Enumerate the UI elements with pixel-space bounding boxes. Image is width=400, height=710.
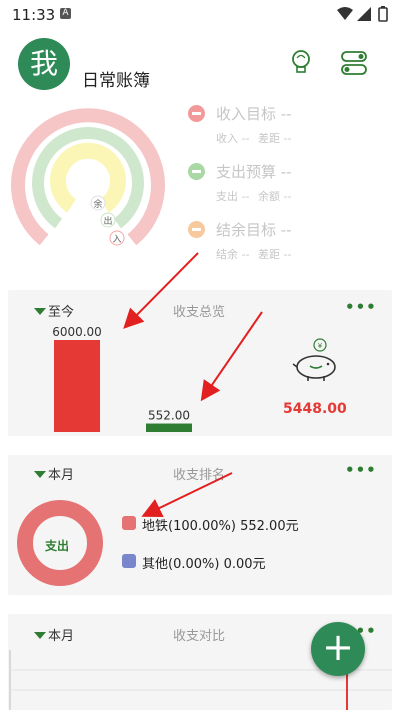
balance-ring bbox=[50, 142, 126, 213]
ranking-item-subway[interactable]: 地铁(100.00%) 552.00元 bbox=[142, 515, 299, 534]
minus-circle-icon bbox=[188, 221, 205, 238]
legend-balance-title: 结余目标 -- bbox=[216, 221, 292, 239]
ring-label-in: 入 bbox=[112, 234, 121, 245]
notification-icon: A bbox=[60, 8, 71, 19]
app-title: 日常账簿 bbox=[82, 71, 150, 91]
bar-income bbox=[54, 340, 100, 432]
bar-expense bbox=[146, 423, 192, 432]
legend-balance-sub1: 结余 -- bbox=[216, 248, 250, 261]
legend-expense-sub1: 支出 -- bbox=[216, 190, 250, 203]
legend-swatch-subway bbox=[122, 516, 136, 530]
minus-circle-icon bbox=[188, 163, 205, 180]
legend-income-sub1: 收入 -- bbox=[216, 132, 250, 145]
bar-income-label: 6000.00 bbox=[52, 325, 102, 339]
legend-expense-title: 支出预算 -- bbox=[216, 163, 292, 181]
legend-expense[interactable]: 支出预算 -- 支出 -- 余额 -- bbox=[188, 161, 388, 211]
ring-label-remain: 余 bbox=[93, 198, 102, 210]
legend-income-title: 收入目标 -- bbox=[216, 105, 292, 123]
status-icons bbox=[337, 6, 388, 22]
legend-balance[interactable]: 结余目标 -- 结余 -- 差距 -- bbox=[188, 219, 388, 269]
svg-text:¥: ¥ bbox=[318, 342, 323, 350]
ranking-period-selector[interactable]: 本月 bbox=[34, 464, 74, 483]
triangle-down-icon bbox=[34, 471, 46, 478]
legend-balance-sub2: 差距 -- bbox=[258, 248, 292, 261]
goal-ring-chart: 余 出 入 bbox=[11, 108, 165, 246]
ranking-more-button[interactable]: ••• bbox=[345, 461, 377, 479]
ranking-period-label: 本月 bbox=[48, 468, 75, 483]
bar-expense-label: 552.00 bbox=[148, 409, 190, 423]
ranking-card: 本月 收支排名 ••• 支出 地铁(100.00%) 552.00元 其他(0.… bbox=[8, 455, 392, 595]
donut-center-label: 支出 bbox=[45, 539, 70, 553]
avatar[interactable]: 我 bbox=[18, 38, 70, 90]
settings-toggle-icon[interactable] bbox=[340, 50, 370, 76]
legend-expense-sub2: 余额 -- bbox=[258, 190, 292, 203]
wifi-icon bbox=[337, 7, 353, 20]
add-record-button[interactable]: + bbox=[311, 622, 365, 676]
piggy-bank-icon: ¥ bbox=[292, 338, 336, 381]
overview-balance: 5448.00 bbox=[283, 401, 347, 417]
overview-card: 至今 收支总览 ••• 6000.00 552.00 ¥ 5448.00 bbox=[8, 290, 392, 436]
signal-icon bbox=[357, 7, 371, 21]
legend-income-sub2: 差距 -- bbox=[258, 132, 292, 145]
ranking-title: 收支排名 bbox=[173, 468, 226, 483]
legend-swatch-other bbox=[122, 554, 136, 568]
legend-income[interactable]: 收入目标 -- 收入 -- 差距 -- bbox=[188, 103, 388, 153]
minus-circle-icon bbox=[188, 105, 205, 122]
ranking-item-other[interactable]: 其他(0.00%) 0.00元 bbox=[142, 553, 266, 572]
ring-label-out: 出 bbox=[103, 215, 112, 227]
battery-icon bbox=[378, 7, 388, 22]
status-time: 11:33 bbox=[12, 6, 56, 24]
lightbulb-icon[interactable] bbox=[288, 48, 316, 78]
